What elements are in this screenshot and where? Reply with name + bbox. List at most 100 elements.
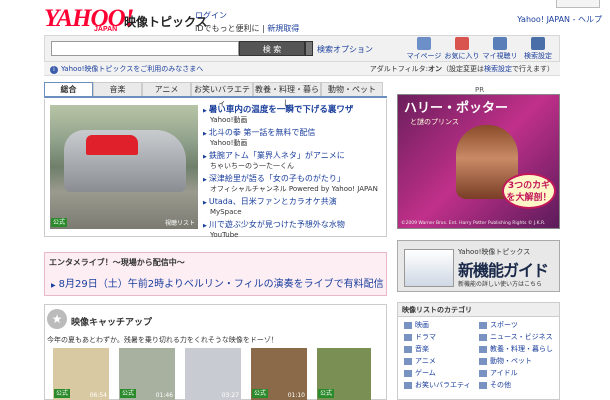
help-links[interactable]: Yahoo! JAPAN - ヘルプ	[517, 14, 602, 25]
category-tabs: 総合 音楽 アニメ お笑いバラエティ 教養・料理・暮らし 動物・ペット	[44, 82, 387, 108]
mypage-label: マイページ	[406, 52, 442, 60]
tab-animals[interactable]: 動物・ペット	[321, 82, 383, 96]
video-thumbnail[interactable]: 公式 06:54	[53, 348, 109, 400]
search-dropdown-toggle[interactable]	[305, 41, 313, 56]
official-badge: 公式	[318, 389, 335, 398]
category-item[interactable]: 動物・ペット	[479, 357, 554, 366]
ad-copyright: ©2009 Warner Bros. Ent. Harry Potter Pub…	[401, 221, 546, 226]
category-item[interactable]: 映画	[404, 321, 479, 330]
category-item[interactable]: 音楽	[404, 345, 479, 354]
favorites-icon	[455, 37, 469, 50]
favorites-button[interactable]: お気に入り	[443, 36, 481, 62]
notice-bar: i Yahoo!映像トピックスをご利用のみなさまへ アダルトフィルタ:オン（設定変…	[44, 62, 560, 76]
tab-variety[interactable]: お笑いバラエティ	[191, 82, 253, 108]
category-label: ゲーム	[415, 369, 436, 377]
video-thumbnail[interactable]: 公式	[317, 348, 371, 400]
other-icon	[479, 381, 487, 389]
banner-screenshot-image	[404, 249, 454, 287]
category-item[interactable]: アイドル	[479, 369, 554, 378]
tab-music[interactable]: 音楽	[93, 82, 142, 96]
notice-link[interactable]: Yahoo!映像トピックスをご利用のみなさまへ	[61, 65, 203, 73]
video-thumbnail[interactable]: 03:27	[185, 348, 241, 400]
category-item[interactable]: お笑いバラエティ	[404, 381, 479, 390]
category-label: アイドル	[490, 369, 518, 377]
watch-list-label[interactable]: 視聴リスト	[165, 218, 195, 227]
search-input[interactable]	[51, 41, 239, 56]
category-label: スポーツ	[490, 321, 518, 329]
login-area: ログイン IDでもっと便利に | 新規取得	[195, 10, 299, 34]
star-icon: ★	[47, 309, 67, 329]
category-label: お笑いバラエティ	[415, 381, 471, 389]
news-title[interactable]: 深津絵里が語る「女の子ものがたり」	[203, 174, 345, 183]
idol-icon	[479, 369, 487, 377]
news-title[interactable]: 北斗の拳 第一話を無料で配信	[203, 128, 315, 137]
tab-anime[interactable]: アニメ	[142, 82, 191, 96]
category-item[interactable]: アニメ	[404, 357, 479, 366]
feature-video-thumbnail[interactable]: 公式 視聴リスト	[50, 105, 198, 229]
video-thumbnail[interactable]: 公式 01:46	[119, 348, 175, 400]
video-duration: 01:10	[287, 392, 305, 399]
catchup-thumbnails: 公式 06:54 公式 01:46 03:27 公式 01:10 公式	[53, 348, 371, 400]
live-heading: エンタメライブ！～現場から配信中～	[49, 258, 185, 267]
category-list: 映画 スポーツ ドラマ ニュース・ビジネス 音楽 教養・料理・暮らし アニメ 動…	[404, 321, 554, 390]
login-link[interactable]: ログイン	[195, 11, 227, 20]
category-list-box: 映像リストのカテゴリ 映画 スポーツ ドラマ ニュース・ビジネス 音楽 教養・料…	[397, 302, 560, 400]
banner-title: 新機能ガイド	[458, 261, 549, 280]
news-title[interactable]: Utada、日米ファンとカラオケ共演	[203, 197, 337, 206]
news-title[interactable]: 鉄腕アトム「業界人ネタ」がアニメに	[203, 151, 345, 160]
news-title[interactable]: 川で遊ぶ少女が見つけた予想外な水物	[203, 220, 345, 229]
list-item: 川で遊ぶ少女が見つけた予想外な水物 YouTube	[203, 220, 383, 240]
category-label: アニメ	[415, 357, 436, 365]
category-item[interactable]: ニュース・ビジネス	[479, 333, 554, 342]
sports-icon	[479, 321, 487, 329]
tab-all[interactable]: 総合	[44, 82, 93, 96]
category-item[interactable]: 教養・料理・暮らし	[479, 345, 554, 354]
live-link[interactable]: 8月29日（土）午前2時よりベルリン・フィルの演奏をライブで有料配信	[51, 275, 384, 290]
category-label: 教養・料理・暮らし	[490, 345, 553, 353]
catchup-panel: ★ 映像キャッチアップ 今年の夏もあとわずか。残暑を乗り切れる力をくれそうな映像…	[44, 304, 387, 400]
news-title[interactable]: 暑い車内の温度を一瞬で下げる裏ワザ	[203, 105, 353, 115]
category-label: ドラマ	[415, 333, 436, 341]
category-label: 映画	[415, 321, 429, 329]
tab-culture[interactable]: 教養・料理・暮らし	[253, 82, 321, 108]
category-item[interactable]: その他	[479, 381, 554, 390]
variety-icon	[404, 381, 412, 389]
car-windshield	[86, 135, 138, 155]
catchup-description: 今年の夏もあとわずか。残暑を乗り切れる力をくれそうな映像をドーゾ！	[47, 336, 278, 344]
category-item[interactable]: スポーツ	[479, 321, 554, 330]
movie-icon	[404, 321, 412, 329]
search-options-link[interactable]: 検索オプション	[317, 44, 373, 55]
search-button[interactable]: 検 索	[239, 41, 305, 56]
entertainment-live-box: エンタメライブ！～現場から配信中～ 8月29日（土）午前2時よりベルリン・フィル…	[44, 252, 387, 296]
mypage-button[interactable]: マイページ	[405, 36, 443, 62]
list-item: Utada、日米ファンとカラオケ共演 MySpace	[203, 197, 383, 217]
register-link[interactable]: 新規取得	[267, 24, 299, 33]
yahoo-logo[interactable]: YAHOO! JAPAN	[44, 6, 134, 34]
adult-filter-label: アダルトフィルタ:	[369, 65, 428, 73]
playlist-icon	[493, 37, 507, 50]
drama-icon	[404, 333, 412, 341]
search-bar: 検 索 検索オプション マイページ お気に入り マイ視聴リスト 検索設定	[44, 35, 560, 70]
banner-line1: Yahoo!映像トピックス	[458, 248, 531, 256]
ad-title: ハリー・ポッター	[404, 100, 509, 115]
notice-left: i Yahoo!映像トピックスをご利用のみなさまへ	[50, 62, 203, 76]
search-settings-label: 検索設定	[524, 52, 552, 60]
new-features-banner[interactable]: Yahoo!映像トピックス 新機能ガイド 新機能の詳しい使い方はこちら	[397, 240, 560, 292]
harry-potter-ad[interactable]: ハリー・ポッター と謎のプリンス 3つのカギを大解剖！ ©2009 Warner…	[397, 94, 560, 229]
logo-sub-text: JAPAN	[94, 26, 118, 33]
search-settings-button[interactable]: 検索設定	[519, 36, 557, 62]
pr-label: PR	[475, 86, 485, 94]
news-source: オフィシャルチャンネル Powered by Yahoo! JAPAN	[210, 185, 378, 193]
adult-filter-status: アダルトフィルタ:オン（設定変更は検索設定で行えます）	[370, 62, 554, 76]
playlist-button[interactable]: マイ視聴リスト	[481, 36, 519, 70]
video-duration: 06:54	[89, 392, 107, 399]
category-label: 動物・ペット	[490, 357, 532, 365]
video-thumbnail[interactable]: 公式 01:10	[251, 348, 307, 400]
news-source: Yahoo!動画	[210, 116, 248, 124]
mypage-icon	[417, 37, 431, 50]
category-item[interactable]: ゲーム	[404, 369, 479, 378]
adult-filter-settings-link[interactable]: 検索設定	[484, 65, 512, 73]
official-badge: 公式	[54, 389, 71, 398]
anime-icon	[404, 357, 412, 365]
category-item[interactable]: ドラマ	[404, 333, 479, 342]
